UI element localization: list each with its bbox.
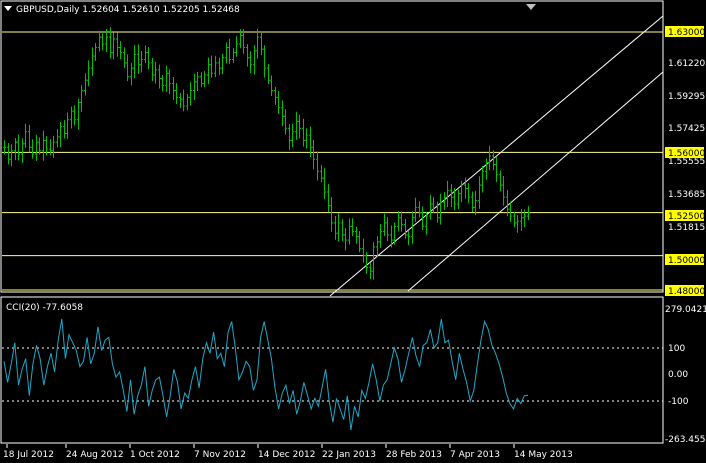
price-tick: 1.61220 [668,59,705,69]
time-label: 28 Feb 2013 [386,450,442,460]
price-tick: 1.59295 [668,92,705,102]
time-label: 7 Apr 2013 [450,450,500,460]
time-label: 14 Dec 2012 [258,450,316,460]
time-label: 1 Oct 2012 [130,450,180,460]
level-tag: 1.56000 [668,149,705,159]
horizontal-levels [2,31,663,291]
level-tag: 1.52500 [668,212,705,222]
indicator-pane-frame [0,296,664,444]
price-axis: 1.61220 1.59295 1.57425 1.55555 1.53685 … [668,59,705,233]
time-label: 18 Jul 2012 [3,450,54,460]
time-axis: 18 Jul 2012 24 Aug 2012 1 Oct 2012 7 Nov… [3,444,573,460]
channel-lower-line [407,71,664,292]
symbol-header: GBPUSD,Daily 1.52604 1.52610 1.52205 1.5… [16,5,240,15]
level-tag: 1.50000 [668,256,705,266]
time-label: 7 Nov 2012 [194,450,246,460]
price-tick: 1.53685 [668,190,705,200]
chart-canvas[interactable]: GBPUSD,Daily 1.52604 1.52610 1.52205 1.5… [0,0,706,463]
price-pane-frame [0,0,664,293]
time-label: 22 Jan 2013 [322,450,376,460]
indicator-axis-tick: 279.0421 [665,305,706,315]
level-tag: 1.48000 [668,287,705,297]
price-bars [3,27,530,280]
cci-level-lines [2,347,663,402]
indicator-axis-tick: -263.4551 [665,435,706,445]
cci-line [3,318,529,431]
indicator-title: CCI(20) -77.6058 [6,303,83,313]
indicator-axis-tick: 0.00 [668,370,688,380]
chart-window[interactable]: GBPUSD,Daily 1.52604 1.52610 1.52205 1.5… [0,0,706,463]
triangle-down-icon[interactable] [4,6,12,11]
indicator-axis-tick: 100 [668,344,685,354]
time-label: 24 Aug 2012 [66,450,124,460]
indicator-axis: 279.0421 100 0.00 -100 -263.4551 [665,305,706,445]
time-label: 14 May 2013 [514,450,573,460]
indicator-axis-tick: -100 [668,397,689,407]
channel-upper-line [329,15,664,297]
scroll-marker-icon[interactable] [526,4,536,10]
level-tag: 1.63000 [668,28,705,38]
price-tick: 1.51815 [668,223,705,233]
price-tick: 1.57425 [668,124,705,134]
channel-lines [329,15,664,297]
